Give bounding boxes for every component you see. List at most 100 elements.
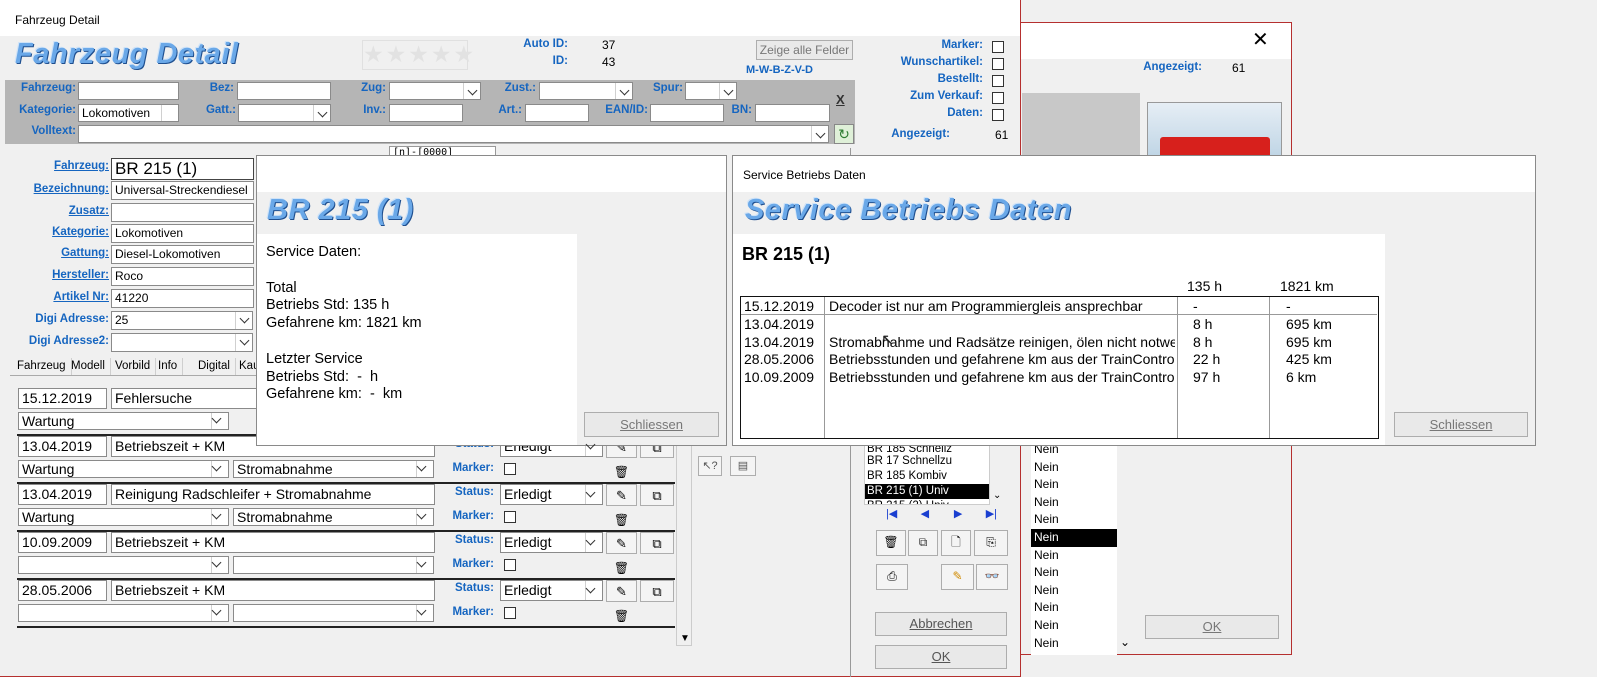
delete-entry-icon[interactable]: 🗑 — [606, 604, 637, 626]
entry-date[interactable]: 10.09.2009 — [18, 532, 107, 553]
close-icon[interactable]: ✕ — [1252, 30, 1269, 50]
form-field-6[interactable]: 41220 — [111, 289, 254, 308]
filter-inv-input[interactable] — [389, 104, 463, 122]
entry-subtype-select[interactable]: Stromabnahme — [233, 460, 434, 478]
edit-pencil-icon[interactable]: ✎ — [941, 564, 974, 590]
import-icon[interactable]: ⎘ — [974, 530, 1008, 556]
edit-entry-icon[interactable]: ✎ — [606, 484, 637, 506]
entry-description[interactable]: Betriebszeit + KM — [111, 580, 435, 601]
entry-date[interactable]: 15.12.2019 — [18, 388, 107, 409]
glasses-icon[interactable]: 👓 — [976, 564, 1008, 590]
flag-checkbox-3[interactable] — [992, 92, 1004, 104]
print-icon[interactable]: ⎙ — [876, 564, 908, 590]
nein-list-item[interactable]: Nein — [1031, 547, 1117, 565]
nein-list-item[interactable]: Nein — [1031, 635, 1117, 653]
show-all-fields-button[interactable]: Zeige alle Felder — [756, 40, 853, 60]
nav-prev-icon[interactable]: ◀ — [908, 505, 941, 523]
back-ok-button[interactable]: OK — [1145, 615, 1279, 639]
form-field-1[interactable]: Universal-Streckendiesel — [111, 181, 254, 200]
edit-entry-icon[interactable]: ✎ — [606, 580, 637, 602]
refresh-icon[interactable]: ↻ — [834, 124, 854, 144]
tab-modell[interactable]: Modell — [66, 358, 111, 375]
entry-date[interactable]: 13.04.2019 — [18, 436, 107, 457]
vehicle-list-item[interactable]: BR 185 Kombiv — [865, 469, 989, 484]
form-field-4[interactable]: Diesel-Lokomotiven — [111, 245, 254, 264]
filter-volltext-select[interactable] — [78, 125, 829, 143]
tab-vorbild[interactable]: Vorbild — [110, 358, 157, 375]
entry-marker-checkbox[interactable] — [504, 559, 516, 571]
filter-zug-select[interactable] — [389, 82, 481, 100]
nein-list-item[interactable]: Nein — [1031, 564, 1117, 582]
nein-list-item[interactable]: Nein — [1031, 494, 1117, 512]
copy-entry-icon[interactable]: ⧉ — [640, 580, 674, 602]
form-field-7[interactable]: 25 — [111, 311, 253, 330]
nein-list-item[interactable]: Nein — [1031, 476, 1117, 494]
nav-last-icon[interactable]: ▶| — [975, 505, 1008, 523]
form-field-2[interactable] — [111, 203, 254, 222]
vehicle-list-item[interactable]: BR 215 (1) Univ — [865, 484, 989, 499]
filter-bez-input[interactable] — [237, 82, 331, 100]
entry-marker-checkbox[interactable] — [504, 463, 516, 475]
copy-record-icon[interactable]: ⧉ — [908, 530, 938, 556]
layout-icon[interactable]: ▤ — [730, 456, 756, 476]
scroll-down-icon[interactable]: ▼ — [680, 633, 690, 644]
vehicle-list-item-partial[interactable]: BR 185 Schnellz — [865, 446, 989, 454]
entry-marker-checkbox[interactable] — [504, 511, 516, 523]
fd-ok-button[interactable]: OK — [875, 645, 1007, 669]
service-close-button[interactable]: Schliessen — [1394, 412, 1528, 437]
vehicle-list-scroll-down-icon[interactable]: ⌄ — [993, 490, 1001, 501]
entry-type-select[interactable]: Wartung — [18, 460, 229, 478]
flag-checkbox-4[interactable] — [992, 109, 1004, 121]
form-field-5[interactable]: Roco — [111, 267, 254, 286]
tab-digital[interactable]: Digital — [193, 358, 236, 375]
new-document-icon[interactable]: 🗋 — [941, 530, 971, 556]
nein-list-item[interactable]: Nein — [1031, 528, 1117, 547]
vehicle-list[interactable]: BR 185 Schnellz BR 17 Schnellzu BR 185 Kom… — [864, 445, 990, 505]
filter-kategorie-select[interactable]: Lokomotiven — [78, 104, 179, 122]
delete-entry-icon[interactable]: 🗑 — [606, 508, 637, 530]
vehicle-list-item[interactable]: BR 17 Schnellzu — [865, 454, 989, 469]
entry-subtype-select[interactable] — [233, 604, 434, 622]
nein-list-item[interactable]: Nein — [1031, 459, 1117, 477]
filter-clear-button[interactable]: X — [836, 92, 845, 107]
nein-list-item[interactable]: Nein — [1031, 617, 1117, 635]
summary-close-button[interactable]: Schliessen — [584, 412, 719, 437]
filter-bn-input[interactable] — [755, 104, 830, 122]
delete-entry-icon[interactable]: 🗑 — [606, 556, 637, 578]
entry-marker-checkbox[interactable] — [504, 607, 516, 619]
filter-fahrzeug-input[interactable] — [78, 82, 179, 100]
entry-subtype-select[interactable]: Stromabnahme — [233, 508, 434, 526]
entry-date[interactable]: 13.04.2019 — [18, 484, 107, 505]
abbrechen-button[interactable]: Abbrechen — [875, 612, 1007, 636]
flag-checkbox-2[interactable] — [992, 75, 1004, 87]
nav-first-icon[interactable]: |◀ — [875, 505, 908, 523]
nein-list-item[interactable]: Nein — [1031, 582, 1117, 600]
filter-art-input[interactable] — [525, 104, 589, 122]
nein-list-item[interactable]: Nein — [1031, 599, 1117, 617]
copy-entry-icon[interactable]: ⧉ — [640, 484, 674, 506]
delete-entry-icon[interactable]: 🗑 — [606, 460, 637, 482]
entry-date[interactable]: 28.05.2006 — [18, 580, 107, 601]
filter-ean-input[interactable] — [650, 104, 724, 122]
flag-checkbox-0[interactable] — [992, 41, 1004, 53]
entry-type-select[interactable] — [18, 604, 229, 622]
entry-type-select[interactable]: Wartung — [18, 412, 229, 430]
rating-stars[interactable]: ★★★★★ — [362, 40, 474, 70]
tab-info[interactable]: Info — [153, 358, 184, 375]
copy-entry-icon[interactable]: ⧉ — [640, 532, 674, 554]
delete-icon[interactable]: 🗑 — [876, 530, 906, 556]
edit-entry-icon[interactable]: ✎ — [606, 532, 637, 554]
flag-checkbox-1[interactable] — [992, 58, 1004, 70]
entry-description[interactable]: Fehlersuche — [111, 388, 263, 409]
entry-type-select[interactable]: Wartung — [18, 508, 229, 526]
entry-description[interactable]: Reinigung Radschleifer + Stromabnahme — [111, 484, 435, 505]
filter-spur-select[interactable] — [685, 82, 737, 100]
entry-subtype-select[interactable] — [233, 556, 434, 574]
form-field-3[interactable]: Lokomotiven — [111, 224, 254, 243]
nein-list-scroll-down-icon[interactable]: ⌄ — [1120, 635, 1130, 649]
form-field-8[interactable] — [111, 333, 253, 352]
nav-next-icon[interactable]: ▶ — [942, 505, 975, 523]
nein-list-item[interactable]: Nein — [1031, 511, 1117, 529]
filter-zust-select[interactable] — [539, 82, 633, 100]
help-cursor-icon[interactable]: ↖? — [698, 456, 722, 476]
